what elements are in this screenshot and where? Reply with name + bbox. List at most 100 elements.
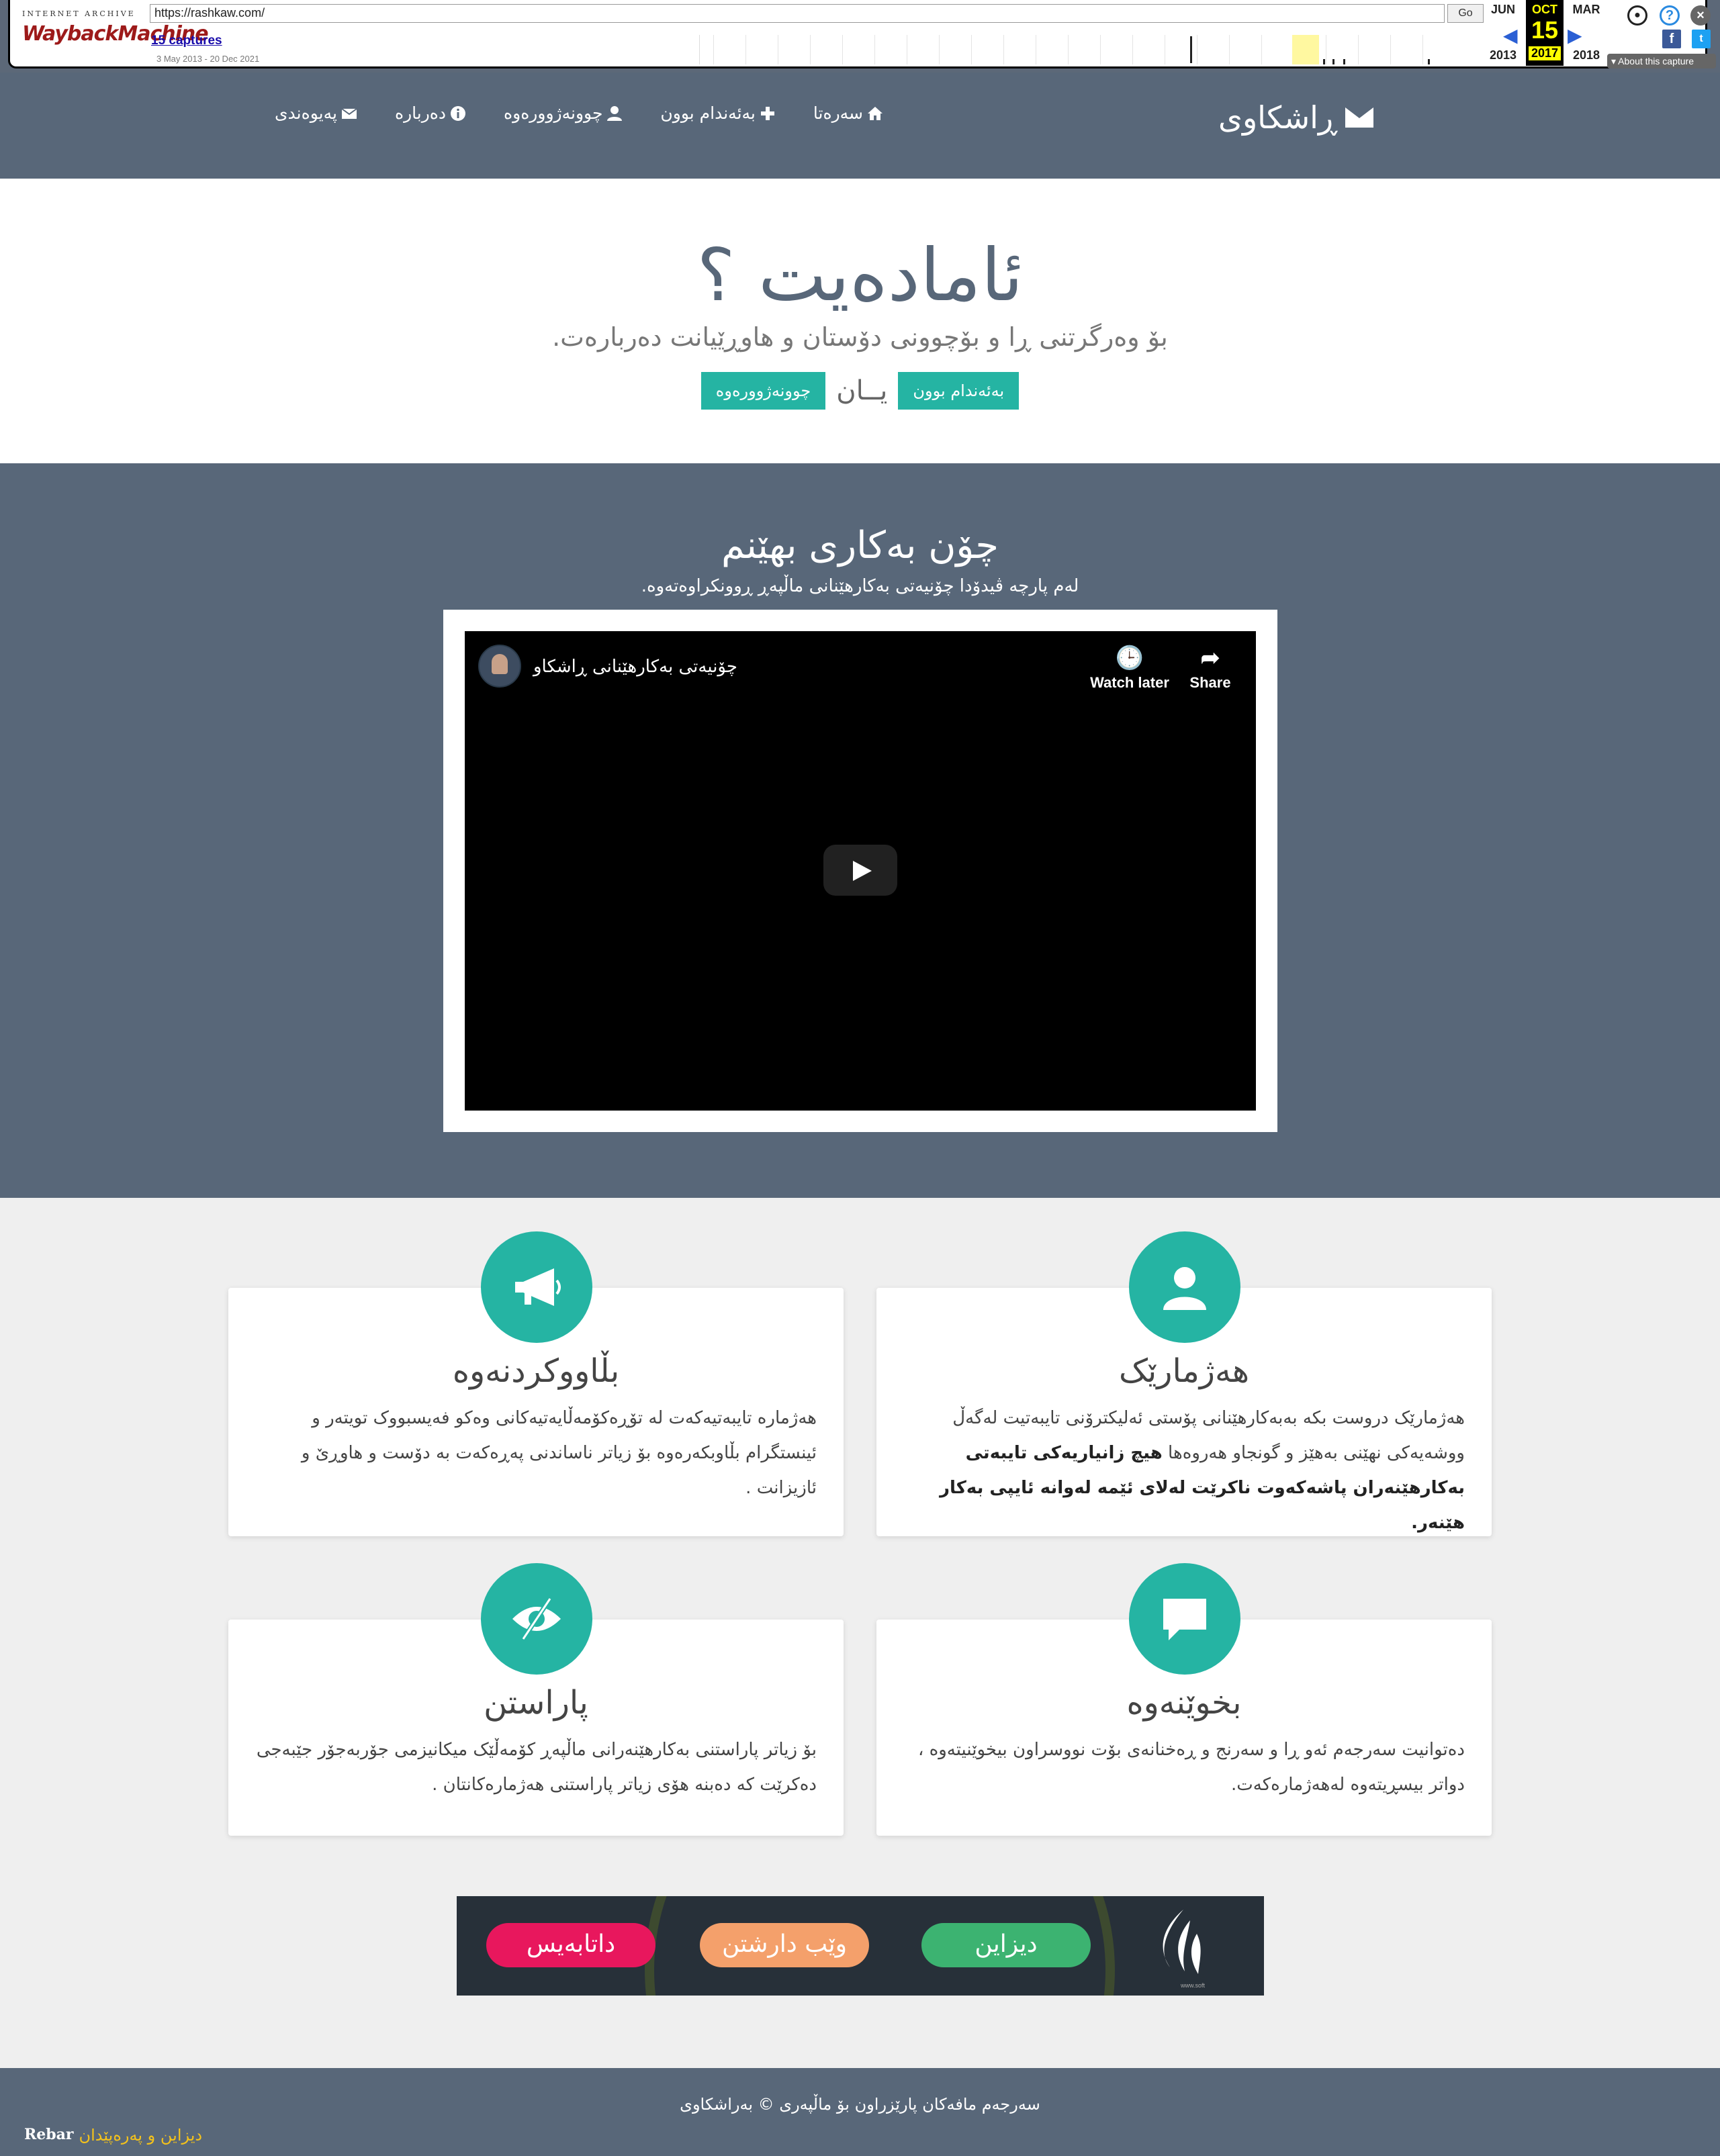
ad-banner[interactable]: داتابەیس وێب دارشتن دیزاین www.soft — [457, 1896, 1264, 1996]
credit-link[interactable]: دیزاین و پەرەپێدان — [79, 2126, 203, 2145]
hero-section: ئامادەیت ؟ بۆ وەرگرتنی ڕا و بۆچوونی دۆست… — [0, 179, 1720, 463]
feature-card-account: هەژمارێک هەژمارێک دروست بکە بەبەکارهێنان… — [876, 1231, 1492, 1536]
howto-subtitle: لەم پارچە ڤیدۆدا چۆنیەتی بەکارهێنانی ماڵ… — [641, 576, 1079, 596]
feature-title: بخوێنەوە — [1126, 1684, 1242, 1722]
site-navbar: ڕاشکاوی سەرەتا بەئەندام بوون چوونەژوورەو… — [0, 73, 1720, 179]
nav-item-label: سەرەتا — [813, 103, 863, 123]
user-icon — [1163, 1267, 1206, 1310]
feature-icon-circle — [1129, 1231, 1240, 1343]
feature-text: هەژمارێک دروست بکە بەبەکارهێنانی پۆستی ئ… — [903, 1401, 1465, 1540]
nav-item-label: بەئەندام بوون — [660, 103, 756, 123]
register-button[interactable]: بەئەندام بوون — [898, 372, 1020, 410]
share-arrow-icon: ➦ — [1200, 645, 1220, 671]
main-nav: سەرەتا بەئەندام بوون چوونەژوورەوە دەربار… — [275, 103, 883, 123]
next-year-label[interactable]: 2018 — [1568, 48, 1605, 62]
nav-item-label: پەیوەندی — [274, 103, 337, 123]
nav-item-label: چوونەژوورەوە — [504, 103, 603, 123]
account-icon[interactable]: ● — [1627, 5, 1647, 26]
prev-month-label[interactable]: JUN — [1484, 3, 1522, 17]
facebook-icon[interactable]: f — [1662, 30, 1681, 48]
wayback-go-button[interactable]: Go — [1447, 4, 1484, 23]
nav-item-contact[interactable]: پەیوەندی — [275, 103, 357, 123]
feature-card-read: بخوێنەوە دەتوانیت سەرجەم ئەو ڕا و سەرنج … — [876, 1563, 1492, 1836]
wayback-toolbar: INTERNET ARCHIVE WaybackMachine https://… — [0, 0, 1720, 73]
company-logo-text: www.soft — [1180, 1982, 1205, 1989]
feature-text: هەژمارە تایبەتیەکەت لە تۆڕەکۆمەڵایەتیەکا… — [301, 1408, 817, 1498]
play-button[interactable] — [823, 845, 897, 896]
hero-title: ئامادەیت ؟ — [696, 234, 1024, 318]
video-frame: چۆنیەتی بەکارهێنانی ڕاشکاو 🕒 Watch later… — [443, 610, 1277, 1132]
feature-card-protection: پاراستن بۆ زیاتر پاراستنی بەکارهێنەرانی … — [228, 1563, 844, 1836]
wayback-url-input[interactable]: https://rashkaw.com/ — [150, 4, 1445, 23]
feature-text: بۆ زیاتر پاراستنی بەکارهێنەرانی ماڵپەڕ ک… — [256, 1740, 817, 1795]
howto-section: چۆن بەکاری بهێنم لەم پارچە ڤیدۆدا چۆنیەت… — [0, 463, 1720, 1198]
megaphone-icon — [515, 1268, 561, 1306]
or-label: یــان — [836, 375, 888, 406]
site-brand-label: ڕاشکاوی — [1218, 99, 1337, 136]
sparkline-capture-mark — [1428, 59, 1430, 64]
banner-pill-design: دیزاین — [921, 1923, 1091, 1967]
envelope-icon — [1345, 107, 1373, 128]
wayback-date-range: 3 May 2013 - 20 Dec 2021 — [156, 54, 260, 64]
sparkline-capture-mark — [1190, 36, 1192, 63]
feature-icon-circle — [481, 1563, 592, 1675]
feature-icon-circle — [1129, 1563, 1240, 1675]
eye-slash-icon — [512, 1597, 561, 1640]
feature-title: بڵاووکردنەوە — [452, 1352, 620, 1390]
sparkline-capture-mark — [1332, 59, 1334, 64]
prev-capture-arrow-icon[interactable]: ◀ — [1503, 24, 1518, 46]
feature-title: پاراستن — [484, 1684, 588, 1722]
share-label: Share — [1189, 674, 1231, 691]
wayback-captures-link[interactable]: 15 captures — [151, 34, 222, 48]
wayback-logo-main: WaybackMachine — [22, 22, 209, 46]
hero-lead: بۆ وەرگرتنی ڕا و بۆچوونی دۆستان و هاوڕێی… — [552, 322, 1168, 352]
watch-later-button[interactable]: 🕒 Watch later — [1089, 645, 1170, 692]
close-icon[interactable]: × — [1690, 5, 1711, 26]
wayback-toolbar-panel: INTERNET ARCHIVE WaybackMachine https://… — [8, 0, 1716, 68]
wayback-sparkline[interactable] — [699, 35, 1454, 64]
hero-buttons: بەئەندام بوون یــان چوونەژوورەوە — [0, 372, 1720, 410]
about-capture-dropdown[interactable]: ▾ About this capture — [1607, 54, 1716, 68]
chat-icon — [1163, 1599, 1206, 1640]
home-icon — [868, 106, 882, 120]
video-player[interactable]: چۆنیەتی بەکارهێنانی ڕاشکاو 🕒 Watch later… — [465, 631, 1256, 1111]
clock-icon: 🕒 — [1115, 645, 1144, 671]
banner-pill-database: داتابەیس — [486, 1923, 655, 1967]
user-icon — [607, 105, 623, 121]
channel-avatar[interactable] — [478, 645, 521, 688]
current-month-label: OCT — [1532, 3, 1557, 16]
current-day-label: 15 — [1531, 16, 1559, 44]
feature-card-share: بڵاووکردنەوە هەژمارە تایبەتیەکەت لە تۆڕە… — [228, 1231, 844, 1536]
info-icon — [451, 105, 466, 121]
nav-item-register[interactable]: بەئەندام بوون — [660, 103, 775, 123]
wayback-logo-top: INTERNET ARCHIVE — [22, 9, 136, 18]
next-month-label[interactable]: MAR — [1568, 3, 1605, 17]
sparkline-capture-mark — [1323, 59, 1325, 64]
nav-item-login[interactable]: چوونەژوورەوە — [504, 103, 623, 123]
credit-brand[interactable]: Rebar — [24, 2126, 74, 2145]
video-title[interactable]: چۆنیەتی بەکارهێنانی ڕاشکاو — [533, 657, 737, 677]
footer-credit: دیزاین و پەرەپێدان Rebar — [24, 2126, 202, 2145]
feature-title: هەژمارێک — [1118, 1352, 1250, 1390]
current-year-label: 2017 — [1529, 46, 1561, 60]
watch-later-label: Watch later — [1090, 674, 1169, 691]
site-brand[interactable]: ڕاشکاوی — [1218, 99, 1373, 136]
plus-icon — [760, 106, 774, 120]
copyright-text: سەرجەم مافەکان پارێزراون بۆ ماڵپەری © بە… — [680, 2095, 1040, 2114]
nav-item-home[interactable]: سەرەتا — [813, 103, 883, 123]
howto-title: چۆن بەکاری بهێنم — [721, 524, 999, 567]
twitter-icon[interactable]: t — [1692, 30, 1711, 48]
prev-year-label[interactable]: 2013 — [1484, 48, 1522, 62]
wayback-calendar-nav: JUN ◀ OCT 15 2017 ▶ MAR 2013 2018 — [1484, 0, 1605, 67]
envelope-icon — [341, 107, 357, 119]
about-capture-label: About this capture — [1618, 56, 1694, 66]
sparkline-capture-mark — [1343, 59, 1345, 64]
feature-icon-circle — [481, 1231, 592, 1343]
login-button[interactable]: چوونەژوورەوە — [700, 372, 826, 410]
share-button[interactable]: ➦ Share — [1170, 645, 1251, 692]
help-icon[interactable]: ? — [1660, 5, 1680, 26]
nav-item-about[interactable]: دەربارە — [395, 103, 466, 123]
wayback-logo[interactable]: INTERNET ARCHIVE WaybackMachine — [22, 9, 209, 56]
feature-text: دەتوانیت سەرجەم ئەو ڕا و سەرنج و ڕەخنانە… — [917, 1740, 1465, 1795]
next-capture-arrow-icon[interactable]: ▶ — [1568, 24, 1582, 46]
